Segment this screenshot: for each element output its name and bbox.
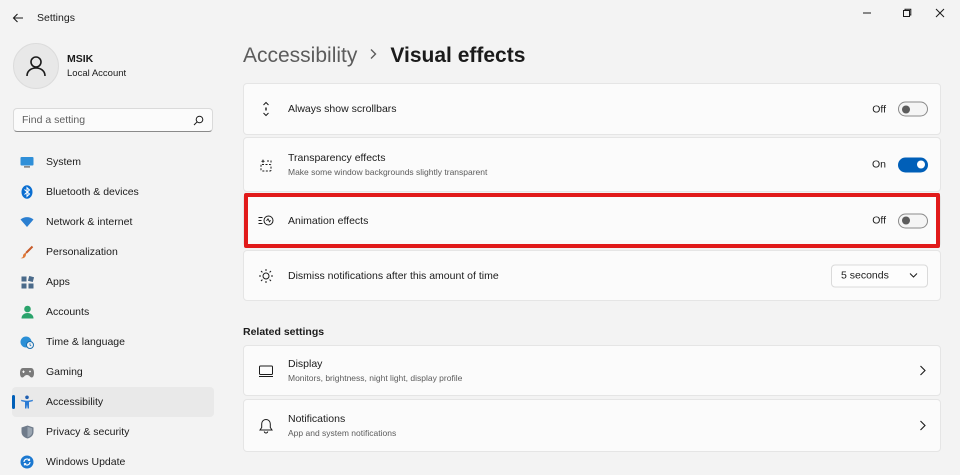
setting-scrollbars: Always show scrollbars Off xyxy=(243,83,941,135)
close-icon xyxy=(935,8,945,18)
toggle-state-label: Off xyxy=(872,214,886,227)
sidebar-item-label: Accounts xyxy=(46,306,90,318)
chevron-right-icon xyxy=(916,365,928,377)
accessibility-icon xyxy=(20,395,34,409)
system-icon xyxy=(20,155,34,169)
profile-name: MSIK xyxy=(67,53,94,65)
setting-title: Animation effects xyxy=(288,214,369,227)
sidebar-item-label: Time & language xyxy=(46,336,125,348)
sidebar-item-privacy[interactable]: Privacy & security xyxy=(12,417,214,447)
accounts-icon xyxy=(20,305,34,319)
setting-title: Display xyxy=(288,358,323,370)
sidebar-item-bluetooth[interactable]: Bluetooth & devices xyxy=(12,177,214,207)
shield-icon xyxy=(20,425,34,439)
setting-title: Transparency effects xyxy=(288,152,386,164)
breadcrumb: Accessibility Visual effects xyxy=(243,44,525,68)
setting-description: Make some window backgrounds slightly tr… xyxy=(288,167,488,177)
update-icon xyxy=(20,455,34,469)
sidebar-item-time-language[interactable]: Time & language xyxy=(12,327,214,357)
related-settings-heading: Related settings xyxy=(243,326,325,338)
bluetooth-icon xyxy=(20,185,34,199)
avatar xyxy=(13,43,59,89)
close-button[interactable] xyxy=(926,4,954,22)
sidebar-item-label: System xyxy=(46,156,82,168)
toggle-knob xyxy=(917,160,925,169)
restore-icon xyxy=(903,8,912,17)
setting-animation: Animation effects Off xyxy=(243,194,941,247)
chevron-right-icon xyxy=(916,420,928,432)
scrollbar-icon xyxy=(258,101,274,117)
sidebar-item-label: Privacy & security xyxy=(46,426,130,438)
setting-description: Monitors, brightness, night light, displ… xyxy=(288,373,463,383)
sidebar-item-system[interactable]: System xyxy=(12,147,214,177)
arrow-left-icon xyxy=(12,13,23,23)
search-input[interactable] xyxy=(22,114,193,126)
sidebar-item-personalization[interactable]: Personalization xyxy=(12,237,214,267)
brush-icon xyxy=(20,245,34,259)
person-icon xyxy=(26,56,46,77)
title-bar: Settings xyxy=(0,0,960,36)
minimize-icon xyxy=(863,12,871,14)
search-box xyxy=(13,108,213,132)
breadcrumb-parent[interactable]: Accessibility xyxy=(243,44,357,68)
toggle-state-label: On xyxy=(871,158,886,171)
related-notifications[interactable]: Notifications App and system notificatio… xyxy=(243,399,941,452)
scrollbars-toggle[interactable] xyxy=(898,101,928,117)
related-display[interactable]: Display Monitors, brightness, night ligh… xyxy=(243,345,941,396)
bell-icon xyxy=(258,418,274,434)
notification-duration-dropdown[interactable]: 5 seconds xyxy=(831,264,928,287)
sidebar-item-label: Accessibility xyxy=(46,396,104,408)
setting-description: App and system notifications xyxy=(288,428,397,438)
chevron-down-icon xyxy=(909,273,918,278)
setting-title: Always show scrollbars xyxy=(288,103,397,115)
sidebar-nav: System Bluetooth & devices Network & int… xyxy=(12,147,214,475)
wifi-icon xyxy=(20,215,34,229)
sidebar-item-accessibility[interactable]: Accessibility xyxy=(12,387,214,417)
setting-dismiss-notifications: Dismiss notifications after this amount … xyxy=(243,250,941,301)
globe-clock-icon xyxy=(20,335,34,349)
animation-toggle[interactable] xyxy=(898,213,928,228)
minimize-button[interactable] xyxy=(853,4,881,22)
sidebar-item-label: Network & internet xyxy=(46,216,133,228)
animation-icon xyxy=(258,213,274,229)
apps-icon xyxy=(20,275,34,289)
search-icon[interactable] xyxy=(193,115,204,126)
dropdown-value: 5 seconds xyxy=(841,269,889,282)
maximize-button[interactable] xyxy=(893,4,921,22)
back-button[interactable] xyxy=(8,8,28,28)
gamepad-icon xyxy=(20,365,34,379)
sidebar-item-network[interactable]: Network & internet xyxy=(12,207,214,237)
sidebar-item-apps[interactable]: Apps xyxy=(12,267,214,297)
sidebar-item-label: Bluetooth & devices xyxy=(46,186,139,198)
page-title: Visual effects xyxy=(390,44,526,67)
display-icon xyxy=(258,363,274,379)
toggle-state-label: Off xyxy=(872,103,886,115)
toggle-knob xyxy=(902,216,910,225)
sidebar-item-label: Gaming xyxy=(46,366,83,378)
sidebar-item-windows-update[interactable]: Windows Update xyxy=(12,447,214,475)
transparency-toggle[interactable] xyxy=(898,157,928,172)
sidebar-item-label: Personalization xyxy=(46,246,118,258)
sidebar-item-accounts[interactable]: Accounts xyxy=(12,297,214,327)
user-profile[interactable]: MSIK Local Account xyxy=(13,43,126,89)
transparency-icon xyxy=(258,157,274,173)
sun-icon xyxy=(258,268,274,284)
sidebar-item-label: Windows Update xyxy=(46,456,126,468)
app-title: Settings xyxy=(37,12,75,24)
profile-account-type: Local Account xyxy=(67,68,127,79)
setting-title: Dismiss notifications after this amount … xyxy=(288,269,499,282)
sidebar-item-gaming[interactable]: Gaming xyxy=(12,357,214,387)
chevron-right-icon xyxy=(369,47,378,65)
sidebar-item-label: Apps xyxy=(46,276,70,288)
toggle-knob xyxy=(902,105,910,113)
setting-transparency: Transparency effects Make some window ba… xyxy=(243,137,941,192)
setting-title: Notifications xyxy=(288,413,346,425)
